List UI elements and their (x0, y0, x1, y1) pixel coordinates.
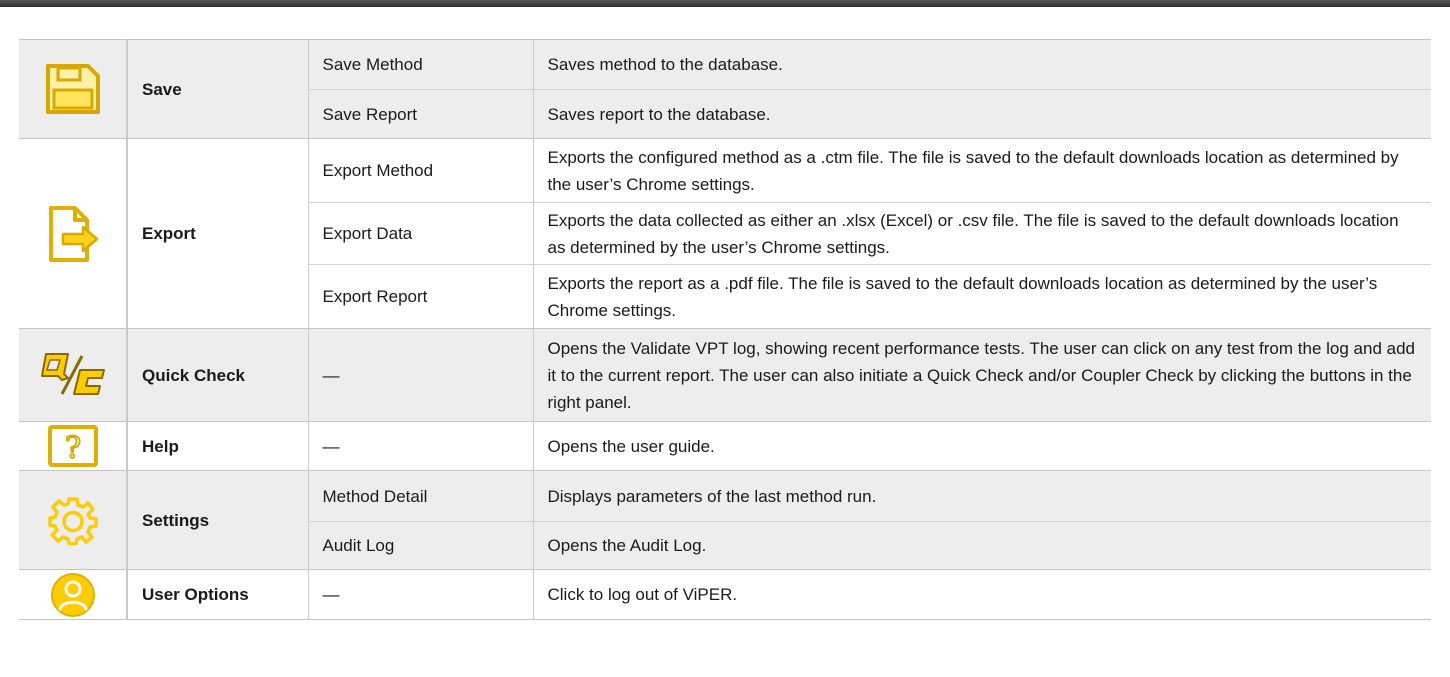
function-label: Save (126, 39, 308, 139)
top-rule (0, 0, 1450, 7)
option-label: Audit Log (307, 521, 533, 570)
export-icon-cell (19, 138, 127, 329)
option-label: Save Method (307, 39, 533, 90)
function-label: Help (126, 421, 308, 471)
option-label: Method Detail (307, 470, 533, 522)
table-row: Quick Check — Opens the Validate VPT log… (19, 328, 1431, 422)
option-label: — (307, 421, 533, 471)
save-icon-cell (19, 39, 127, 139)
option-description: Opens the Audit Log. (532, 521, 1431, 570)
option-description: Click to log out of ViPER. (532, 569, 1431, 620)
svg-text:?: ? (64, 431, 80, 466)
option-description: Exports the report as a .pdf file. The f… (532, 264, 1431, 329)
user-icon-cell (19, 569, 127, 620)
toolbar-reference-table: Save Save Method Saves method to the dat… (19, 39, 1431, 620)
option-label: Export Report (307, 264, 533, 329)
option-label: Export Method (307, 138, 533, 203)
option-label: — (307, 569, 533, 620)
help-icon: ? (47, 425, 98, 467)
table-row: User Options — Click to log out of ViPER… (19, 569, 1431, 620)
table-row: Save Save Method Saves method to the dat… (19, 39, 1431, 139)
function-label: Export (126, 138, 308, 329)
user-icon (50, 572, 96, 618)
function-label: User Options (126, 569, 308, 620)
table-row: Export Export Method Exports the configu… (19, 138, 1431, 329)
option-description: Exports the configured method as a .ctm … (532, 138, 1431, 203)
option-description: Saves method to the database. (532, 39, 1431, 90)
table-row: Settings Method Detail Displays paramete… (19, 470, 1431, 570)
option-description: Displays parameters of the last method r… (532, 470, 1431, 522)
option-description: Opens the Validate VPT log, showing rece… (532, 328, 1431, 422)
option-label: Save Report (307, 89, 533, 139)
settings-icon-cell (19, 470, 127, 570)
option-description: Exports the data collected as either an … (532, 202, 1431, 265)
help-icon-cell: ? (19, 421, 127, 471)
option-description: Saves report to the database. (532, 89, 1431, 139)
option-label: — (307, 328, 533, 422)
option-description: Opens the user guide. (532, 421, 1431, 471)
function-label: Settings (126, 470, 308, 570)
export-file-icon (45, 205, 101, 263)
option-label: Export Data (307, 202, 533, 265)
save-icon (44, 63, 102, 115)
function-label: Quick Check (126, 328, 308, 422)
gear-icon (47, 495, 98, 545)
table-row: ? Help — Opens the user guide. (19, 421, 1431, 471)
quick-check-icon-cell (19, 328, 127, 422)
quick-check-icon (38, 352, 108, 398)
